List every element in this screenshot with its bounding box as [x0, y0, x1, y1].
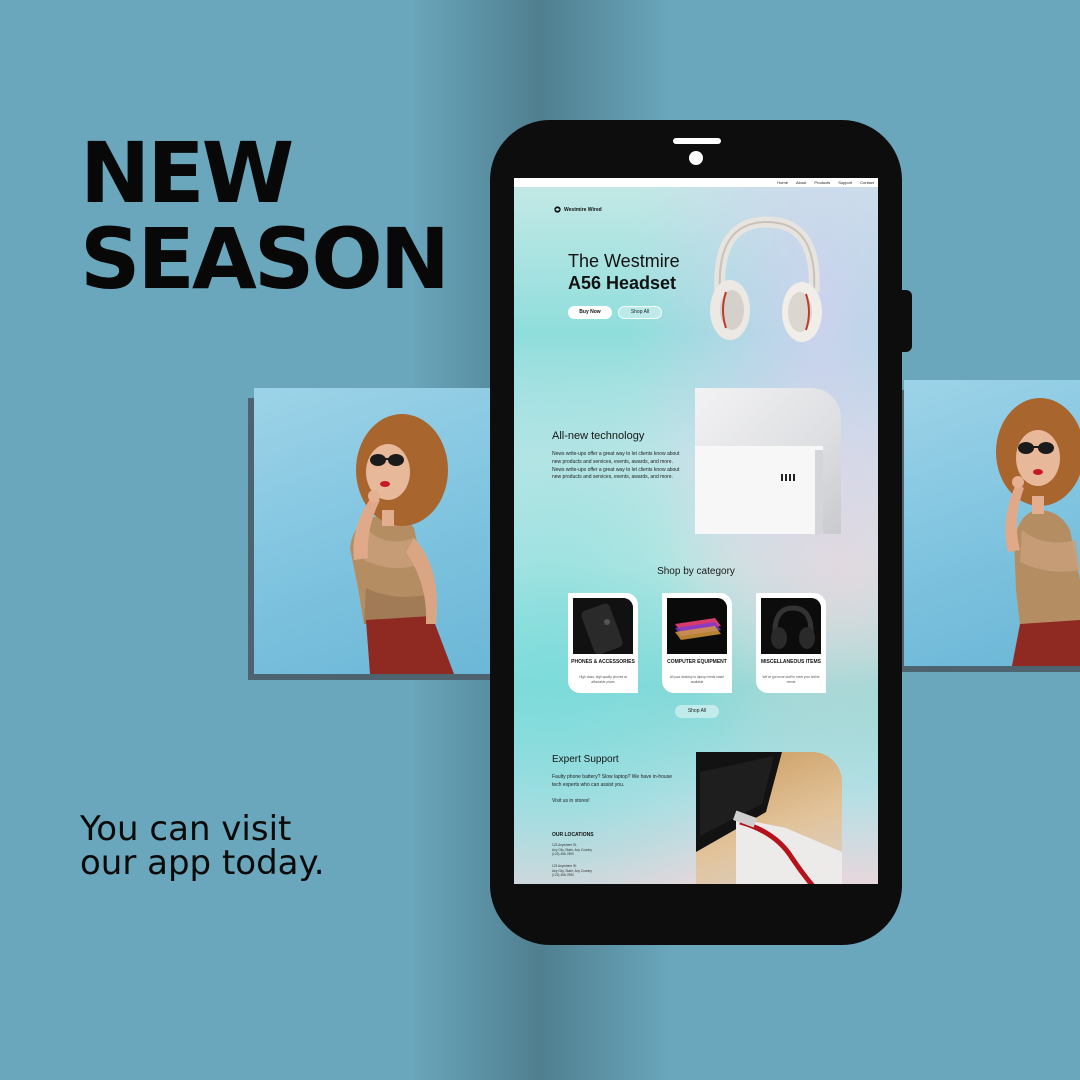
- category-desc-phones: High class, high quality phones at affor…: [579, 675, 627, 684]
- laptop-product-icon: [667, 598, 727, 654]
- brand[interactable]: Westmire Wired: [554, 206, 602, 213]
- model-photo-left: [254, 388, 504, 674]
- model-figure-left: [350, 414, 454, 674]
- hero-title-line-1: The Westmire: [568, 251, 680, 271]
- category-name-computers: COMPUTER EQUIPMENT: [667, 659, 727, 665]
- support-cable-image: [696, 752, 842, 884]
- cable-illustration: [696, 752, 842, 884]
- tagline-line-1: You can visit: [80, 809, 292, 849]
- headphones-product-icon: [761, 598, 821, 654]
- category-name-phones: PHONES & ACCESSORIES: [571, 659, 635, 665]
- device-illustration: [695, 446, 823, 534]
- category-card-misc[interactable]: MISCELLANEOUS ITEMS We've got more stuff…: [756, 593, 826, 693]
- brand-logo-icon: [554, 206, 561, 213]
- nav-home[interactable]: Home: [777, 180, 788, 185]
- model-photo-right: [904, 380, 1080, 666]
- hero-shop-all-button[interactable]: Shop All: [618, 306, 662, 319]
- location-1-phone: (123) 456-7890: [552, 852, 574, 856]
- category-card-computers[interactable]: COMPUTER EQUIPMENT All your desktop to l…: [662, 593, 732, 693]
- headset-image: [710, 216, 822, 342]
- headline-line-2: SEASON: [80, 210, 450, 308]
- category-image-computers: [667, 598, 727, 654]
- location-2: 123 Anywhere St. Any City, State, Any Co…: [552, 864, 632, 878]
- shop-by-category-title: Shop by category: [657, 566, 735, 577]
- category-desc-computers: All your desktop to laptop needs made av…: [669, 675, 725, 684]
- category-image-misc: [761, 598, 821, 654]
- headline-line-1: NEW: [80, 124, 294, 222]
- tagline-line-2: our app today.: [80, 843, 325, 883]
- location-2-phone: (123) 456-7890: [552, 873, 574, 877]
- category-shop-all-button[interactable]: Shop All: [675, 705, 719, 718]
- nav-support[interactable]: Support: [838, 180, 852, 185]
- buy-now-button[interactable]: Buy Now: [568, 306, 612, 319]
- brand-name: Westmire Wired: [564, 206, 602, 213]
- phone-speaker: [673, 138, 721, 144]
- nav-about[interactable]: About: [796, 180, 806, 185]
- phone-side-button: [902, 290, 912, 352]
- nav-bar: Home About Products Support Contact: [514, 178, 878, 187]
- nav-products[interactable]: Products: [814, 180, 830, 185]
- category-card-phones[interactable]: PHONES & ACCESSORIES High class, high qu…: [568, 593, 638, 693]
- tagline: You can visit our app today.: [80, 812, 325, 880]
- category-image-phones: [573, 598, 633, 654]
- support-title: Expert Support: [552, 754, 619, 765]
- phone-screen: Home About Products Support Contact West…: [514, 178, 878, 884]
- hero-title-line-2: A56 Headset: [568, 273, 677, 293]
- tech-title: All-new technology: [552, 430, 645, 442]
- category-name-misc: MISCELLANEOUS ITEMS: [760, 659, 821, 665]
- phone-mockup: Home About Products Support Contact West…: [490, 120, 902, 945]
- headline: NEW SEASON: [80, 124, 450, 308]
- tech-device-image: [695, 388, 841, 534]
- model-figure-right: [996, 398, 1080, 666]
- locations-title: OUR LOCATIONS: [552, 832, 594, 838]
- location-1: 123 Anywhere St. Any City, State, Any Co…: [552, 843, 632, 857]
- category-desc-misc: We've got more stuff to meet your techie…: [762, 675, 820, 684]
- hero-title: The Westmire A56 Headset: [568, 250, 680, 294]
- phone-product-icon: [573, 598, 633, 654]
- support-visit-text: Visit us in stores!: [552, 798, 590, 804]
- tech-body: News write-ups offer a great way to let …: [552, 451, 680, 481]
- support-body: Faulty phone battery? Slow laptop? We ha…: [552, 774, 672, 788]
- nav-contact[interactable]: Contact: [860, 180, 874, 185]
- phone-camera: [689, 151, 703, 165]
